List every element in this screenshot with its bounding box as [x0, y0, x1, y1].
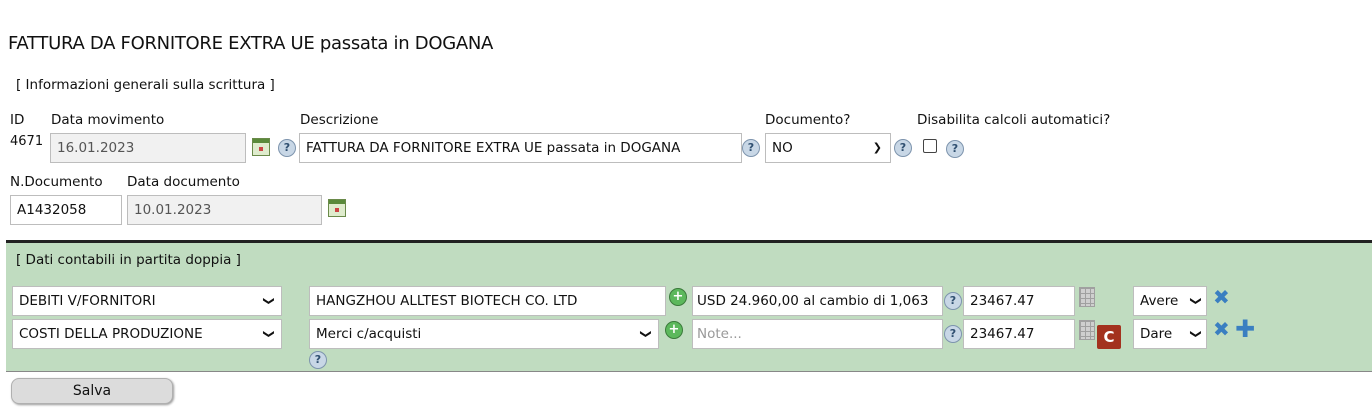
chevron-down-icon: ❯ — [639, 329, 653, 339]
segno-select[interactable]: Dare ❯ — [1133, 319, 1207, 349]
add-row-icon[interactable]: ✚ — [1235, 317, 1255, 341]
chevron-down-icon: ❯ — [262, 296, 276, 306]
segno-selected-value: Avere — [1140, 293, 1179, 309]
help-icon[interactable]: ? — [742, 139, 760, 157]
sottoconto-input[interactable]: HANGZHOU ALLTEST BIOTECH CO. LTD — [309, 286, 666, 316]
descrizione-input[interactable]: FATTURA DA FORNITORE EXTRA UE passata in… — [299, 133, 742, 163]
remove-row-icon[interactable]: ✖ — [1213, 319, 1230, 339]
note-placeholder: Note... — [697, 326, 742, 342]
save-button[interactable]: Salva — [11, 378, 173, 404]
help-icon[interactable]: ? — [309, 351, 327, 369]
conto-select[interactable]: COSTI DELLA PRODUZIONE ❯ — [12, 319, 282, 349]
add-circle-icon[interactable]: + — [669, 288, 687, 306]
calculator-icon[interactable] — [1079, 320, 1095, 340]
data-movimento-label: Data movimento — [51, 112, 165, 128]
disabilita-checkbox[interactable] — [923, 139, 937, 153]
documento-label: Documento? — [765, 112, 851, 128]
general-section-label: [ Informazioni generali sulla scrittura … — [16, 77, 275, 93]
help-icon[interactable]: ? — [944, 292, 962, 310]
conto-selected-value: DEBITI V/FORNITORI — [19, 293, 156, 309]
note-input[interactable]: USD 24.960,00 al cambio di 1,063 — [692, 286, 943, 316]
help-icon[interactable]: ? — [278, 139, 296, 157]
c-button[interactable]: C — [1097, 325, 1121, 349]
chevron-down-icon: ❯ — [262, 329, 276, 339]
data-movimento-input[interactable]: 16.01.2023 — [50, 133, 246, 163]
sottoconto-select[interactable]: Merci c/acquisti ❯ — [309, 319, 659, 349]
id-label: ID — [10, 112, 25, 128]
calendar-icon[interactable] — [328, 199, 346, 217]
n-documento-input[interactable]: A1432058 — [10, 195, 122, 225]
chevron-down-icon: ❯ — [872, 141, 882, 154]
segno-selected-value: Dare — [1140, 326, 1173, 342]
documento-select[interactable]: NO ❯ — [765, 133, 891, 163]
disabilita-label: Disabilita calcoli automatici? — [917, 112, 1111, 128]
data-documento-label: Data documento — [127, 174, 240, 190]
chevron-down-icon: ❯ — [1189, 329, 1203, 339]
accounting-section-label: [ Dati contabili in partita doppia ] — [16, 252, 241, 268]
importo-input[interactable]: 23467.47 — [963, 286, 1075, 316]
help-icon[interactable]: ? — [894, 139, 912, 157]
id-value: 4671 — [10, 134, 44, 149]
remove-row-icon[interactable]: ✖ — [1213, 287, 1230, 307]
note-input[interactable]: Note... — [692, 319, 943, 349]
help-icon[interactable]: ? — [946, 140, 964, 158]
conto-select[interactable]: DEBITI V/FORNITORI ❯ — [12, 286, 282, 316]
importo-input[interactable]: 23467.47 — [963, 319, 1075, 349]
n-documento-label: N.Documento — [10, 174, 103, 190]
conto-selected-value: COSTI DELLA PRODUZIONE — [19, 326, 203, 342]
documento-selected-value: NO — [772, 140, 793, 156]
segno-select[interactable]: Avere ❯ — [1133, 286, 1207, 316]
data-documento-input[interactable]: 10.01.2023 — [127, 195, 322, 225]
help-icon[interactable]: ? — [944, 325, 962, 343]
add-circle-icon[interactable]: + — [665, 321, 683, 339]
chevron-down-icon: ❯ — [1189, 296, 1203, 306]
calendar-icon[interactable] — [252, 138, 270, 156]
calculator-icon[interactable] — [1079, 287, 1095, 307]
sottoconto-selected-value: Merci c/acquisti — [316, 326, 422, 342]
descrizione-label: Descrizione — [300, 112, 379, 128]
page-title: FATTURA DA FORNITORE EXTRA UE passata in… — [8, 33, 494, 54]
